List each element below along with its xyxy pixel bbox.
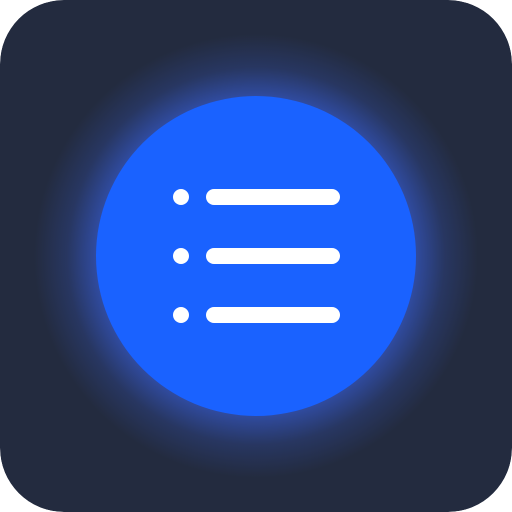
app-icon[interactable] <box>0 0 512 512</box>
list-bullet <box>173 248 189 264</box>
list-line <box>206 189 340 205</box>
list-bullet <box>173 307 189 323</box>
list-line <box>206 248 340 264</box>
list-icon <box>0 0 512 512</box>
list-line <box>206 307 340 323</box>
list-bullet <box>173 189 189 205</box>
